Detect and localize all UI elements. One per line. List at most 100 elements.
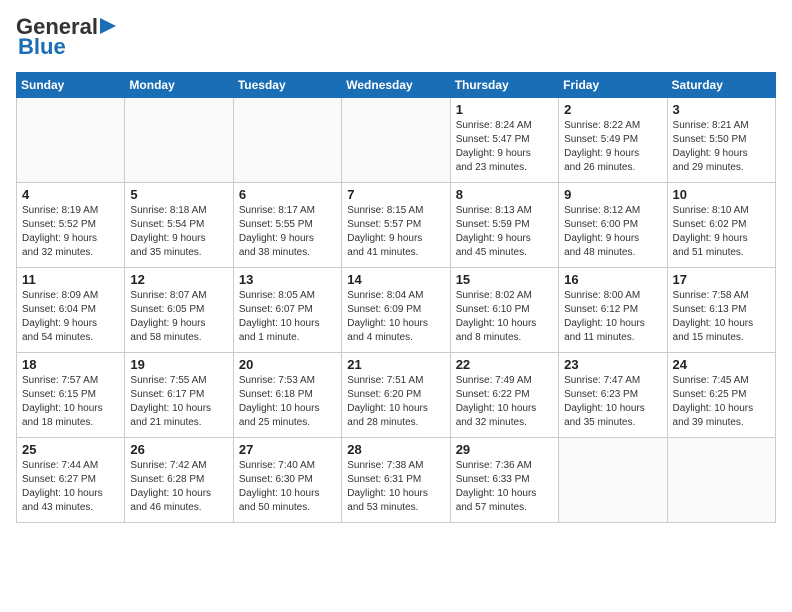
calendar-cell: 16 Sunrise: 8:00 AM Sunset: 6:12 PM Dayli… xyxy=(559,268,667,353)
calendar-cell: 11Sunrise: 8:09 AM Sunset: 6:04 PM Dayli… xyxy=(17,268,125,353)
day-number: 18 xyxy=(22,357,119,372)
calendar-cell xyxy=(559,438,667,523)
day-number: 19 xyxy=(130,357,227,372)
day-info: Sunrise: 7:58 AM Sunset: 6:13 PM Dayligh… xyxy=(673,289,770,345)
calendar-cell: 17 Sunrise: 7:58 AM Sunset: 6:13 PM Dayli… xyxy=(667,268,775,353)
day-number: 2 xyxy=(564,102,661,117)
calendar-cell: 29 Sunrise: 7:36 AM Sunset: 6:33 PM Dayli… xyxy=(450,438,558,523)
day-number: 4 xyxy=(22,187,119,202)
calendar-cell: 22Sunrise: 7:49 AM Sunset: 6:22 PM Dayli… xyxy=(450,353,558,438)
day-info: Sunrise: 8:13 AM Sunset: 5:59 PM Dayligh… xyxy=(456,204,553,260)
week-row-2: 4Sunrise: 8:19 AM Sunset: 5:52 PM Daylig… xyxy=(17,183,776,268)
calendar-cell: 6Sunrise: 8:17 AM Sunset: 5:55 PM Daylig… xyxy=(233,183,341,268)
day-info: Sunrise: 7:40 AM Sunset: 6:30 PM Dayligh… xyxy=(239,459,336,515)
calendar-cell xyxy=(342,98,450,183)
calendar-cell: 10 Sunrise: 8:10 AM Sunset: 6:02 PM Dayli… xyxy=(667,183,775,268)
day-number: 7 xyxy=(347,187,444,202)
day-info: Sunrise: 8:12 AM Sunset: 6:00 PM Dayligh… xyxy=(564,204,661,260)
day-number: 10 xyxy=(673,187,770,202)
calendar-cell: 5 Sunrise: 8:18 AM Sunset: 5:54 PM Daylig… xyxy=(125,183,233,268)
calendar-cell: 2 Sunrise: 8:22 AM Sunset: 5:49 PM Daylig… xyxy=(559,98,667,183)
week-row-3: 11Sunrise: 8:09 AM Sunset: 6:04 PM Dayli… xyxy=(17,268,776,353)
day-info: Sunrise: 8:02 AM Sunset: 6:10 PM Dayligh… xyxy=(456,289,553,345)
day-number: 17 xyxy=(673,272,770,287)
week-row-4: 18 Sunrise: 7:57 AM Sunset: 6:15 PM Dayli… xyxy=(17,353,776,438)
day-number: 12 xyxy=(130,272,227,287)
day-number: 14 xyxy=(347,272,444,287)
header-sunday: Sunday xyxy=(17,73,125,98)
calendar-cell: 20 Sunrise: 7:53 AM Sunset: 6:18 PM Dayli… xyxy=(233,353,341,438)
calendar-cell: 3Sunrise: 8:21 AM Sunset: 5:50 PM Daylig… xyxy=(667,98,775,183)
day-number: 24 xyxy=(673,357,770,372)
day-info: Sunrise: 8:00 AM Sunset: 6:12 PM Dayligh… xyxy=(564,289,661,345)
calendar-cell: 13Sunrise: 8:05 AM Sunset: 6:07 PM Dayli… xyxy=(233,268,341,353)
day-info: Sunrise: 8:17 AM Sunset: 5:55 PM Dayligh… xyxy=(239,204,336,260)
calendar-cell: 25 Sunrise: 7:44 AM Sunset: 6:27 PM Dayli… xyxy=(17,438,125,523)
day-info: Sunrise: 8:21 AM Sunset: 5:50 PM Dayligh… xyxy=(673,119,770,175)
header-friday: Friday xyxy=(559,73,667,98)
day-info: Sunrise: 7:51 AM Sunset: 6:20 PM Dayligh… xyxy=(347,374,444,430)
week-row-1: 1 Sunrise: 8:24 AM Sunset: 5:47 PM Daylig… xyxy=(17,98,776,183)
calendar-cell: 23 Sunrise: 7:47 AM Sunset: 6:23 PM Dayli… xyxy=(559,353,667,438)
day-info: Sunrise: 7:57 AM Sunset: 6:15 PM Dayligh… xyxy=(22,374,119,430)
day-number: 26 xyxy=(130,442,227,457)
day-number: 15 xyxy=(456,272,553,287)
calendar-cell: 7 Sunrise: 8:15 AM Sunset: 5:57 PM Daylig… xyxy=(342,183,450,268)
day-number: 1 xyxy=(456,102,553,117)
calendar-cell: 18 Sunrise: 7:57 AM Sunset: 6:15 PM Dayli… xyxy=(17,353,125,438)
day-info: Sunrise: 8:05 AM Sunset: 6:07 PM Dayligh… xyxy=(239,289,336,345)
week-row-5: 25 Sunrise: 7:44 AM Sunset: 6:27 PM Dayli… xyxy=(17,438,776,523)
day-number: 9 xyxy=(564,187,661,202)
day-info: Sunrise: 8:09 AM Sunset: 6:04 PM Dayligh… xyxy=(22,289,119,345)
logo-arrow-icon xyxy=(100,16,120,36)
day-info: Sunrise: 7:53 AM Sunset: 6:18 PM Dayligh… xyxy=(239,374,336,430)
day-info: Sunrise: 7:45 AM Sunset: 6:25 PM Dayligh… xyxy=(673,374,770,430)
day-number: 29 xyxy=(456,442,553,457)
day-number: 23 xyxy=(564,357,661,372)
calendar-cell xyxy=(125,98,233,183)
day-number: 22 xyxy=(456,357,553,372)
day-number: 20 xyxy=(239,357,336,372)
day-number: 16 xyxy=(564,272,661,287)
calendar-header-row: SundayMondayTuesdayWednesdayThursdayFrid… xyxy=(17,73,776,98)
calendar-cell: 19 Sunrise: 7:55 AM Sunset: 6:17 PM Dayli… xyxy=(125,353,233,438)
day-info: Sunrise: 8:04 AM Sunset: 6:09 PM Dayligh… xyxy=(347,289,444,345)
day-number: 28 xyxy=(347,442,444,457)
calendar-cell: 24 Sunrise: 7:45 AM Sunset: 6:25 PM Dayli… xyxy=(667,353,775,438)
calendar-cell: 4Sunrise: 8:19 AM Sunset: 5:52 PM Daylig… xyxy=(17,183,125,268)
calendar-cell: 9 Sunrise: 8:12 AM Sunset: 6:00 PM Daylig… xyxy=(559,183,667,268)
header-tuesday: Tuesday xyxy=(233,73,341,98)
header-wednesday: Wednesday xyxy=(342,73,450,98)
calendar-table: SundayMondayTuesdayWednesdayThursdayFrid… xyxy=(16,72,776,523)
day-number: 25 xyxy=(22,442,119,457)
day-number: 27 xyxy=(239,442,336,457)
day-number: 21 xyxy=(347,357,444,372)
day-info: Sunrise: 8:15 AM Sunset: 5:57 PM Dayligh… xyxy=(347,204,444,260)
day-info: Sunrise: 7:42 AM Sunset: 6:28 PM Dayligh… xyxy=(130,459,227,515)
calendar-cell: 26 Sunrise: 7:42 AM Sunset: 6:28 PM Dayli… xyxy=(125,438,233,523)
calendar-cell: 14 Sunrise: 8:04 AM Sunset: 6:09 PM Dayli… xyxy=(342,268,450,353)
day-info: Sunrise: 7:36 AM Sunset: 6:33 PM Dayligh… xyxy=(456,459,553,515)
day-info: Sunrise: 7:47 AM Sunset: 6:23 PM Dayligh… xyxy=(564,374,661,430)
day-info: Sunrise: 7:44 AM Sunset: 6:27 PM Dayligh… xyxy=(22,459,119,515)
logo: General Blue xyxy=(16,16,120,60)
calendar-cell: 1 Sunrise: 8:24 AM Sunset: 5:47 PM Daylig… xyxy=(450,98,558,183)
calendar-cell: 12 Sunrise: 8:07 AM Sunset: 6:05 PM Dayli… xyxy=(125,268,233,353)
day-info: Sunrise: 8:18 AM Sunset: 5:54 PM Dayligh… xyxy=(130,204,227,260)
calendar-cell: 28Sunrise: 7:38 AM Sunset: 6:31 PM Dayli… xyxy=(342,438,450,523)
day-info: Sunrise: 8:24 AM Sunset: 5:47 PM Dayligh… xyxy=(456,119,553,175)
header-saturday: Saturday xyxy=(667,73,775,98)
day-info: Sunrise: 7:55 AM Sunset: 6:17 PM Dayligh… xyxy=(130,374,227,430)
day-info: Sunrise: 8:22 AM Sunset: 5:49 PM Dayligh… xyxy=(564,119,661,175)
calendar-cell: 21 Sunrise: 7:51 AM Sunset: 6:20 PM Dayli… xyxy=(342,353,450,438)
page-header: General Blue xyxy=(16,16,776,60)
calendar-cell: 27 Sunrise: 7:40 AM Sunset: 6:30 PM Dayli… xyxy=(233,438,341,523)
logo-blue-text: Blue xyxy=(18,34,66,60)
header-monday: Monday xyxy=(125,73,233,98)
day-info: Sunrise: 8:10 AM Sunset: 6:02 PM Dayligh… xyxy=(673,204,770,260)
day-number: 5 xyxy=(130,187,227,202)
calendar-cell xyxy=(233,98,341,183)
day-info: Sunrise: 8:07 AM Sunset: 6:05 PM Dayligh… xyxy=(130,289,227,345)
calendar-cell: 8Sunrise: 8:13 AM Sunset: 5:59 PM Daylig… xyxy=(450,183,558,268)
header-thursday: Thursday xyxy=(450,73,558,98)
